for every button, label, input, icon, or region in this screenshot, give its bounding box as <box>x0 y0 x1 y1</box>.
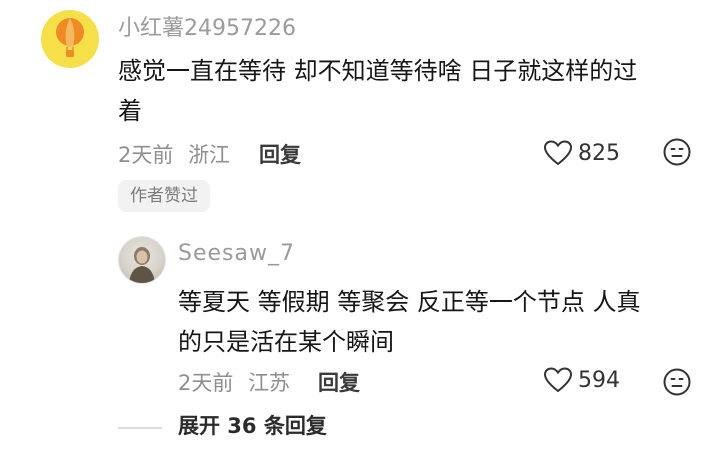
reply-meta: 2天前 江苏 <box>178 367 290 397</box>
reply-date: 2天前 <box>178 371 234 395</box>
reply-text-line: 等夏天 等假期 等聚会 反正等一个节点 人真 <box>178 288 641 316</box>
hot-air-balloon-icon <box>56 18 84 57</box>
comment-location: 浙江 <box>188 143 231 167</box>
comment-text: 感觉一直在等待 却不知道等待啥 日子就这样的过 着 <box>118 51 637 131</box>
reply-like-button[interactable]: 594 <box>543 366 620 394</box>
comment-date: 2天前 <box>118 143 174 167</box>
expand-divider <box>118 427 162 429</box>
reply-dislike-button[interactable] <box>662 367 692 401</box>
comment-like-button[interactable]: 825 <box>543 139 620 167</box>
comment-like-count: 825 <box>578 140 620 166</box>
reply-username[interactable]: Seesaw_7 <box>178 241 295 266</box>
avatar-reply-user[interactable] <box>118 236 166 284</box>
author-liked-tag: 作者赞过 <box>118 180 210 212</box>
reply-text-line: 的只是活在某个瞬间 <box>178 328 394 356</box>
reply-text: 等夏天 等假期 等聚会 反正等一个节点 人真 的只是活在某个瞬间 <box>178 282 641 362</box>
heart-icon <box>543 367 573 393</box>
comment-dislike-button[interactable] <box>662 137 692 171</box>
reply-reply-button[interactable]: 回复 <box>318 367 360 397</box>
meh-face-icon <box>663 368 691 396</box>
heart-icon <box>543 140 573 166</box>
meh-face-icon <box>663 138 691 166</box>
comment-text-line: 感觉一直在等待 却不知道等待啥 日子就这样的过 <box>118 57 638 85</box>
comment-reply-button[interactable]: 回复 <box>259 139 301 169</box>
reply-like-count: 594 <box>578 367 620 393</box>
expand-replies-button[interactable]: 展开 36 条回复 <box>178 410 327 440</box>
comment-text-line: 着 <box>118 97 142 125</box>
comment-username[interactable]: 小红薯24957226 <box>118 10 296 42</box>
reply-location: 江苏 <box>248 371 291 395</box>
avatar-figure-icon <box>129 247 155 283</box>
comment-meta: 2天前 浙江 <box>118 139 230 169</box>
avatar-user[interactable] <box>41 10 99 68</box>
